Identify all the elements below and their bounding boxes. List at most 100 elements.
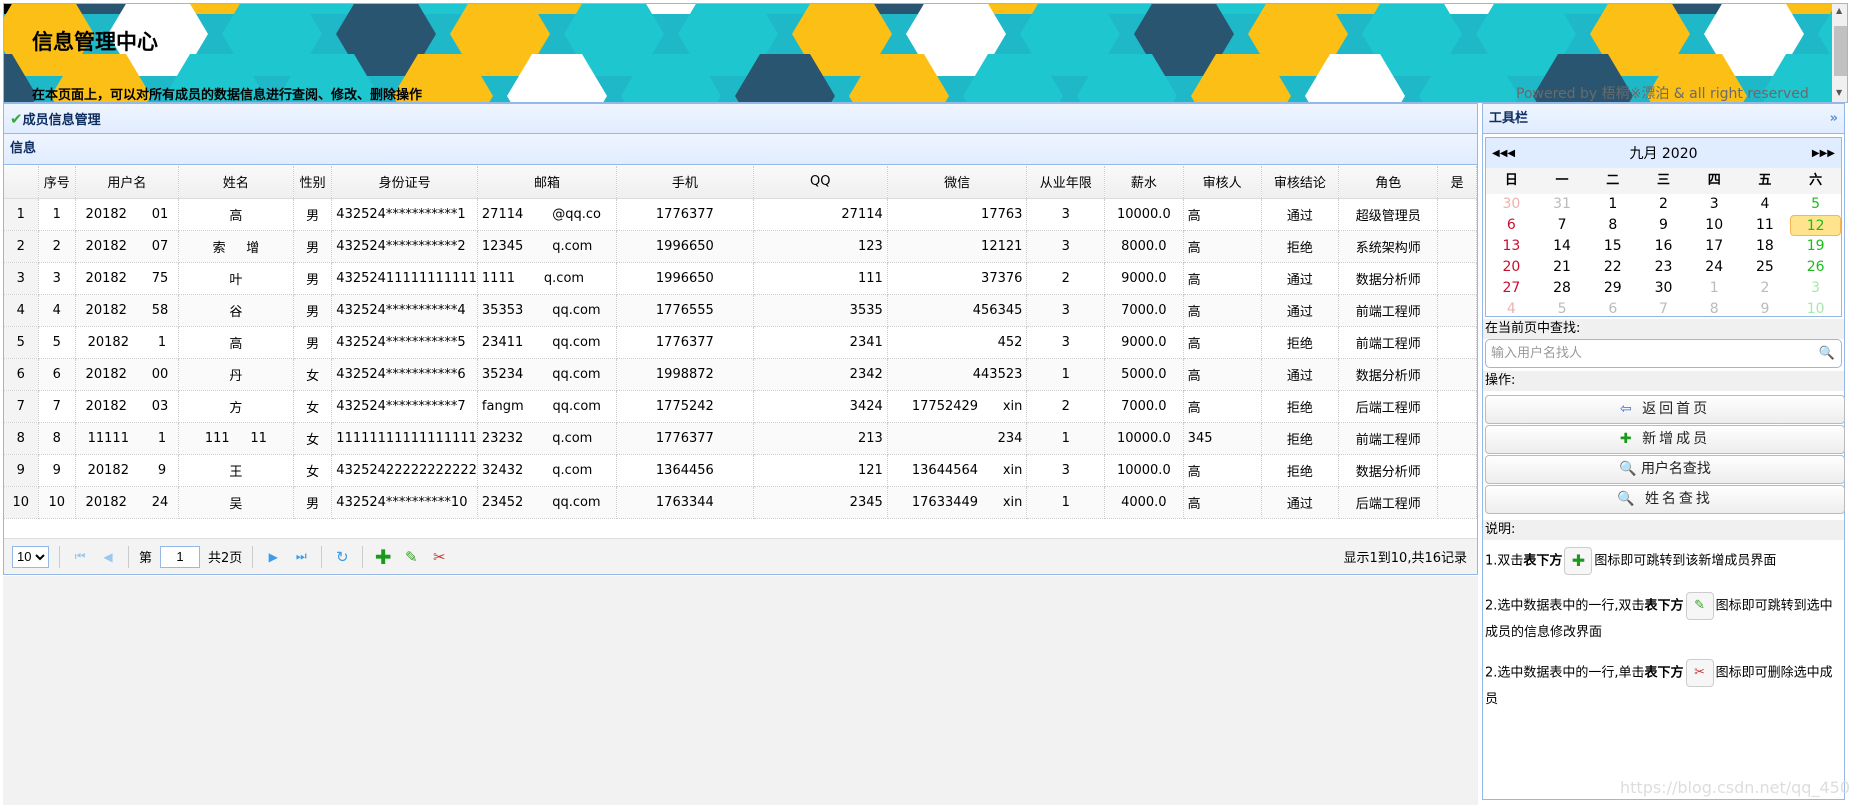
column-header[interactable]: 微信 xyxy=(887,166,1028,199)
calendar-day[interactable]: 26 xyxy=(1790,257,1841,278)
calendar-day[interactable]: 4 xyxy=(1486,299,1537,320)
calendar-day[interactable]: 6 xyxy=(1587,299,1638,320)
add-icon[interactable]: ✚ xyxy=(373,545,393,569)
calendar-day[interactable]: 25 xyxy=(1740,257,1791,278)
table-cell: 男 xyxy=(293,294,333,327)
calendar-day[interactable]: 28 xyxy=(1537,278,1588,299)
delete-icon[interactable]: ✂ xyxy=(429,548,449,566)
table-row[interactable]: 7 7 20182 03 方女 432524***********7 fangm qq.c… xyxy=(4,390,1477,423)
calendar-day[interactable]: 4 xyxy=(1740,194,1791,215)
column-header[interactable]: 从业年限 xyxy=(1026,166,1106,199)
table-cell: 吴 xyxy=(178,486,294,519)
table-row[interactable]: 4 4 20182 58 谷男 432524***********4 35353 qq.c… xyxy=(4,294,1477,327)
add-member-button[interactable]: ✚ 新增成员 xyxy=(1485,425,1845,454)
back-home-button[interactable]: ⇦ 返回首页 xyxy=(1485,395,1845,424)
calendar-day[interactable]: 14 xyxy=(1537,236,1588,257)
calendar-day[interactable]: 29 xyxy=(1587,278,1638,299)
calendar-day[interactable]: 5 xyxy=(1537,299,1588,320)
page-number-input[interactable] xyxy=(160,545,201,568)
calendar-day[interactable]: 5 xyxy=(1790,194,1841,215)
calendar-day[interactable]: 18 xyxy=(1740,236,1791,257)
search-icon[interactable]: 🔍 xyxy=(1819,340,1835,367)
calendar-day[interactable]: 9 xyxy=(1638,215,1689,236)
calendar-day[interactable]: 2 xyxy=(1740,278,1791,299)
next-year-icon[interactable]: ▶▶ xyxy=(1820,148,1835,159)
table-row[interactable]: 3 3 20182 75 叶男 43252411111111111 1111 q.com 1… xyxy=(4,262,1477,295)
table-row[interactable]: 2 2 20182 07 索 增男 432524***********2 12345 q.… xyxy=(4,230,1477,263)
table-cell: 3 xyxy=(4,262,39,295)
calendar-day[interactable]: 8 xyxy=(1689,299,1740,320)
calendar-day[interactable]: 13 xyxy=(1486,236,1537,257)
next-page-icon[interactable]: ▶ xyxy=(263,550,283,564)
record-info: 显示1到10,共16记录 xyxy=(1343,551,1468,566)
calendar-day[interactable]: 23 xyxy=(1638,257,1689,278)
table-cell: 432524***********4 xyxy=(331,294,478,327)
column-header[interactable]: 邮箱 xyxy=(477,166,618,199)
page-size-select[interactable]: 10 xyxy=(12,545,49,568)
username-search-button[interactable]: 🔍 用户名查找 xyxy=(1485,455,1845,484)
column-header[interactable]: 角色 xyxy=(1338,166,1439,199)
table-row[interactable]: 8 8 11111 1 111 11 女 11111111111111111 23232 q… xyxy=(4,422,1477,455)
calendar-day[interactable]: 27 xyxy=(1486,278,1537,299)
calendar-day[interactable]: 7 xyxy=(1638,299,1689,320)
last-page-icon[interactable]: ⏭ xyxy=(291,549,311,564)
calendar-day[interactable]: 8 xyxy=(1587,215,1638,236)
table-row[interactable]: 5 5 20182 1 高男 432524***********5 23411 qq.co… xyxy=(4,326,1477,359)
column-header[interactable]: 身份证号 xyxy=(331,166,478,199)
calendar-day[interactable]: 9 xyxy=(1740,299,1791,320)
edit-icon: ✎ xyxy=(1685,592,1714,620)
calendar-day[interactable]: 19 xyxy=(1790,236,1841,257)
column-header[interactable]: 姓名 xyxy=(178,166,294,199)
table-cell: 9000.0 xyxy=(1104,326,1184,359)
column-header[interactable]: 是 xyxy=(1437,166,1477,199)
calendar-day[interactable]: 24 xyxy=(1689,257,1740,278)
column-header[interactable]: 序号 xyxy=(38,166,76,199)
refresh-icon[interactable]: ↻ xyxy=(332,548,352,566)
calendar-day[interactable]: 1 xyxy=(1587,194,1638,215)
column-header[interactable]: 手机 xyxy=(616,166,754,199)
prev-year-icon[interactable]: ◀◀ xyxy=(1492,148,1507,159)
next-month-icon[interactable]: ▶ xyxy=(1812,148,1820,159)
table-cell: 9 xyxy=(38,454,76,487)
name-search-button[interactable]: 🔍 姓名查找 xyxy=(1485,485,1845,514)
calendar-day[interactable]: 6 xyxy=(1486,215,1537,236)
calendar-day[interactable]: 2 xyxy=(1638,194,1689,215)
calendar-day[interactable]: 16 xyxy=(1638,236,1689,257)
calendar-day[interactable]: 7 xyxy=(1537,215,1588,236)
calendar-day[interactable]: 12 xyxy=(1790,215,1841,236)
calendar-day[interactable]: 3 xyxy=(1790,278,1841,299)
header-scrollbar[interactable]: ▲ ▼ xyxy=(1832,4,1847,102)
table-cell: 123 xyxy=(753,230,888,263)
table-row[interactable]: 9 9 20182 9 王女 43252422222222222 32432 q.com 1… xyxy=(4,454,1477,487)
column-header[interactable]: 薪水 xyxy=(1104,166,1184,199)
calendar-day[interactable]: 10 xyxy=(1689,215,1740,236)
table-row[interactable]: 6 6 20182 00 丹女 432524***********6 35234 qq.c… xyxy=(4,358,1477,391)
column-header[interactable]: 性别 xyxy=(293,166,333,199)
column-header[interactable]: 审核人 xyxy=(1183,166,1262,199)
calendar-day[interactable]: 1 xyxy=(1689,278,1740,299)
prev-page-icon[interactable]: ◀ xyxy=(98,550,118,564)
calendar-day[interactable]: 20 xyxy=(1486,257,1537,278)
calendar-day[interactable]: 30 xyxy=(1486,194,1537,215)
table-row[interactable]: 10 10 20182 24 吴男 432524**********10 23452 qq… xyxy=(4,486,1477,519)
prev-month-icon[interactable]: ◀ xyxy=(1507,148,1515,159)
calendar-day[interactable]: 31 xyxy=(1537,194,1588,215)
calendar-day[interactable]: 15 xyxy=(1587,236,1638,257)
collapse-icon[interactable]: » xyxy=(1830,104,1838,134)
column-header[interactable]: 审核结论 xyxy=(1261,166,1340,199)
column-header[interactable]: 用户名 xyxy=(75,166,179,199)
calendar-day[interactable]: 3 xyxy=(1689,194,1740,215)
table-cell: 通过 xyxy=(1261,262,1340,295)
calendar-day[interactable]: 17 xyxy=(1689,236,1740,257)
column-header[interactable] xyxy=(4,166,39,199)
calendar-day[interactable]: 21 xyxy=(1537,257,1588,278)
calendar-day[interactable]: 10 xyxy=(1790,299,1841,320)
table-row[interactable]: 1 1 20182 01 高男 432524***********1 27114 @qq.… xyxy=(4,198,1477,231)
column-header[interactable]: QQ xyxy=(753,166,888,199)
calendar-day[interactable]: 11 xyxy=(1740,215,1791,236)
edit-icon[interactable]: ✎ xyxy=(401,548,421,566)
first-page-icon[interactable]: ⏮ xyxy=(70,549,90,564)
search-input[interactable]: 输入用户名找人 🔍 xyxy=(1485,339,1842,368)
calendar-day[interactable]: 22 xyxy=(1587,257,1638,278)
calendar-day[interactable]: 30 xyxy=(1638,278,1689,299)
